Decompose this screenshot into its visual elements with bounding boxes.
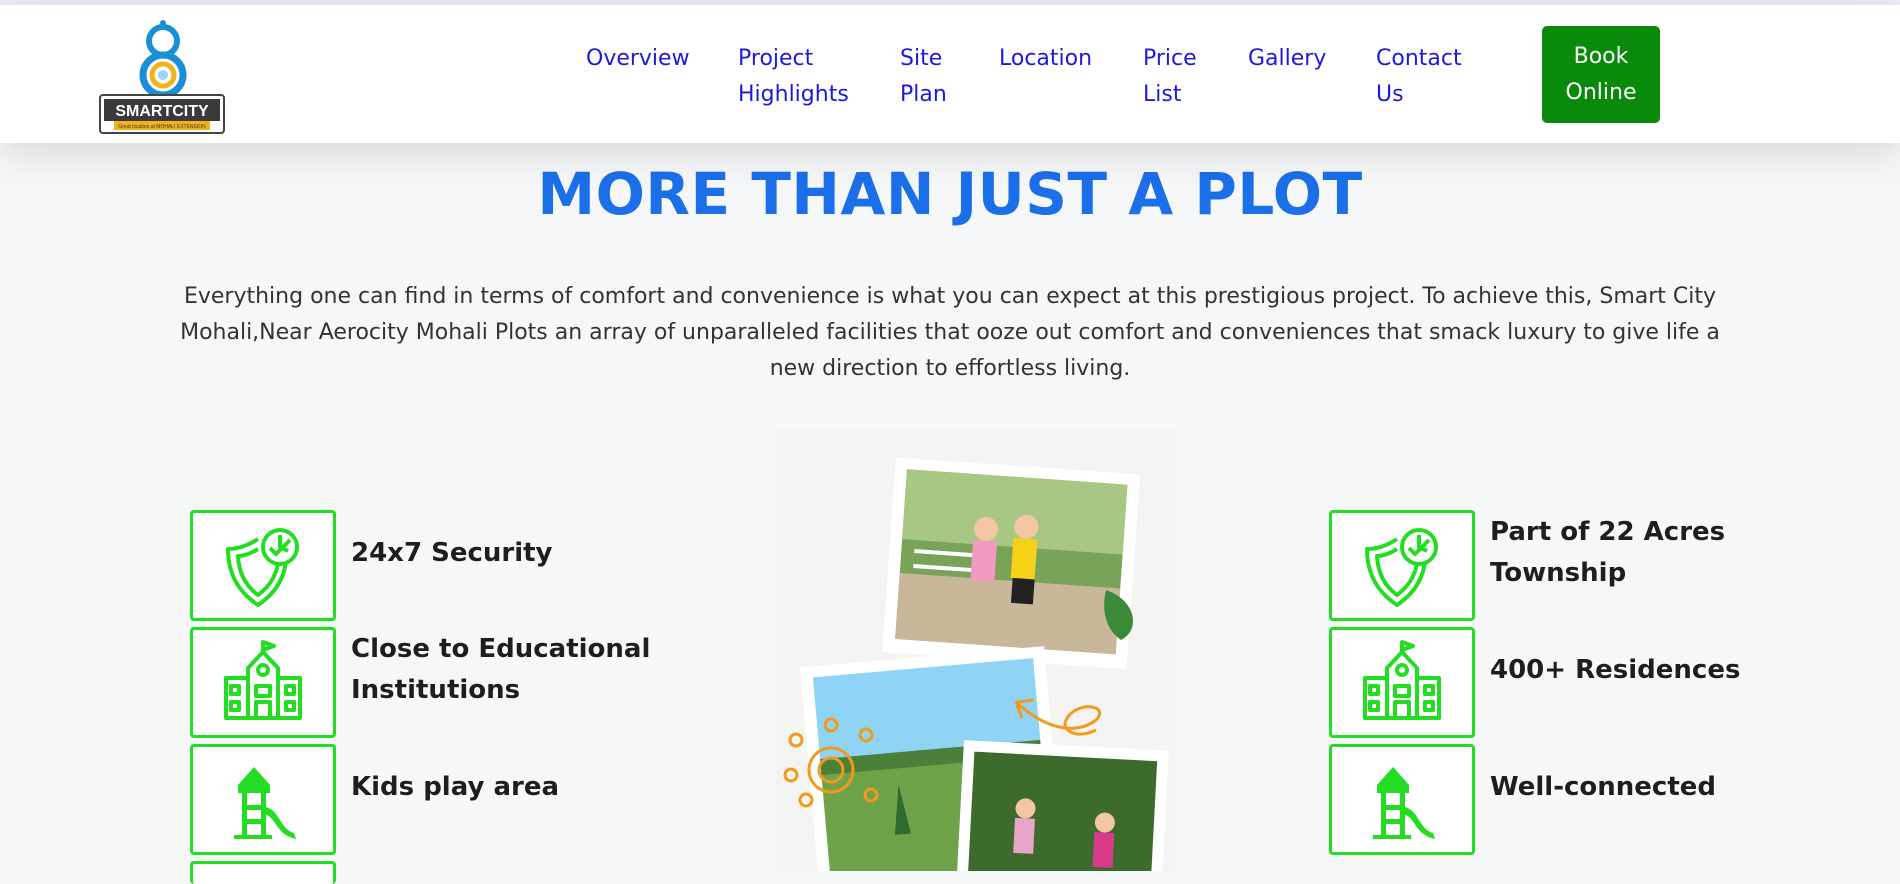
school-building-icon — [224, 639, 302, 720]
feature-icon-box-partial — [190, 861, 336, 884]
school-building-icon — [1363, 639, 1441, 720]
feature-icon-box — [190, 744, 336, 855]
nav-gallery[interactable]: Gallery — [1248, 41, 1338, 77]
book-online-button[interactable]: Book Online — [1542, 26, 1660, 123]
feature-icon-box — [1329, 510, 1475, 621]
feature-label: 400+ Residences — [1490, 655, 1741, 685]
kids-photo — [882, 457, 1141, 670]
logo-tagline: Great location at MOHALI EXTENSION — [118, 124, 206, 130]
feature-label: 24x7 Security — [351, 538, 553, 568]
nav-overview[interactable]: Overview — [586, 41, 696, 77]
feature-label: Kids play area — [351, 772, 560, 802]
photo-collage — [776, 430, 1176, 871]
logo-brand-text: SMARTCITY — [115, 103, 209, 120]
feature-label: Part of 22 Acres Township — [1490, 517, 1726, 588]
section-intro: Everything one can find in terms of comf… — [180, 284, 1720, 381]
feature-icon-box — [1329, 744, 1475, 855]
playground-icon — [234, 766, 296, 839]
family-photo — [955, 740, 1169, 871]
feature-icon-box — [1329, 627, 1475, 738]
shield-clock-icon — [226, 527, 299, 607]
shield-clock-icon — [1365, 527, 1438, 607]
feature-icon-box — [190, 627, 336, 738]
feature-label: Well-connected — [1490, 772, 1717, 802]
feature-label: Close to Educational Institutions — [351, 634, 651, 705]
feature-icon-box — [190, 510, 336, 621]
playground-icon — [1373, 766, 1435, 839]
nav-site-plan[interactable]: Site Plan — [900, 41, 956, 113]
navbar: SMARTCITY Great location at MOHALI EXTEN… — [0, 5, 1900, 143]
section-title: MORE THAN JUST A PLOT — [537, 160, 1363, 228]
nav-project-highlights[interactable]: Project Highlights — [738, 41, 858, 113]
smartcity-logo[interactable]: SMARTCITY Great location at MOHALI EXTEN… — [97, 13, 227, 135]
nav-location[interactable]: Location — [999, 41, 1109, 77]
nav-price-list[interactable]: Price List — [1143, 41, 1203, 113]
nav-contact-us[interactable]: Contact Us — [1376, 41, 1466, 113]
